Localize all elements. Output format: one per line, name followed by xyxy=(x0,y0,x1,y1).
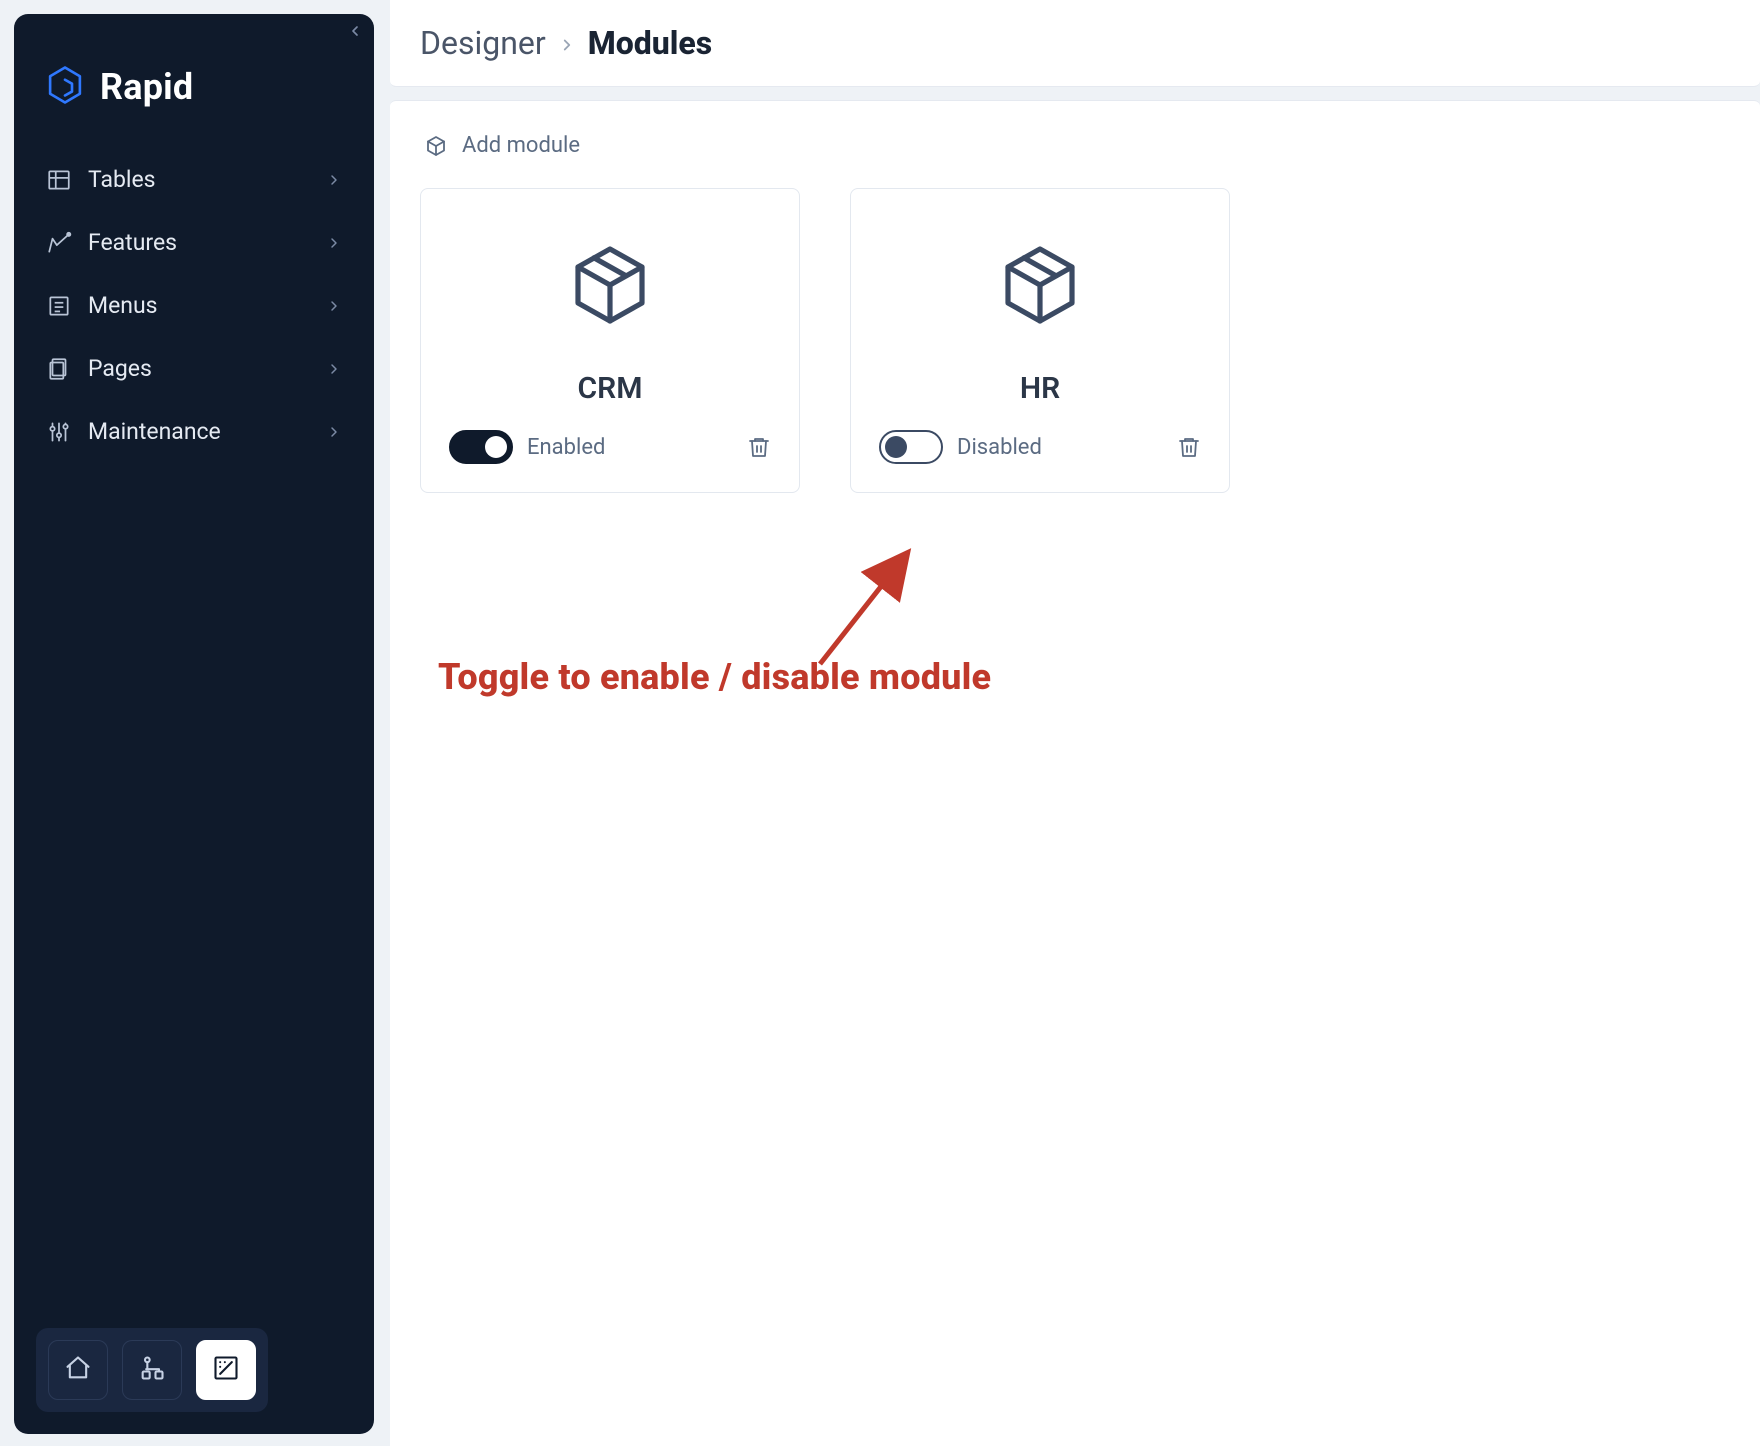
delete-module-button[interactable] xyxy=(1177,435,1201,459)
sidebar-item-label: Pages xyxy=(88,355,152,382)
sidebar-item-label: Features xyxy=(88,229,177,256)
chevron-right-icon xyxy=(558,24,576,62)
cube-icon xyxy=(424,134,448,158)
features-icon xyxy=(46,230,72,256)
sidebar-item-label: Maintenance xyxy=(88,418,221,445)
module-state-label: Enabled xyxy=(527,435,605,460)
module-footer: Disabled xyxy=(879,430,1201,464)
bottom-home-button[interactable] xyxy=(48,1340,108,1400)
module-state-label: Disabled xyxy=(957,435,1042,460)
main: Designer Modules Add module CRM E xyxy=(390,0,1760,1446)
module-card[interactable]: CRM Enabled xyxy=(420,188,800,493)
sidebar-item-label: Menus xyxy=(88,292,158,319)
chevron-right-icon xyxy=(326,235,342,251)
module-title: HR xyxy=(1020,371,1060,406)
sidebar-item-label: Tables xyxy=(88,166,156,193)
sidebar: Rapid Tables Features Menus xyxy=(14,14,374,1434)
module-cards: CRM Enabled HR Disabled xyxy=(420,188,1730,493)
cube-icon xyxy=(992,237,1088,337)
bottom-graph-button[interactable] xyxy=(122,1340,182,1400)
design-icon xyxy=(212,1354,240,1386)
maintenance-icon xyxy=(46,419,72,445)
module-footer: Enabled xyxy=(449,430,771,464)
graph-icon xyxy=(138,1354,166,1386)
add-module-label: Add module xyxy=(462,133,580,158)
module-card[interactable]: HR Disabled xyxy=(850,188,1230,493)
chevron-right-icon xyxy=(326,361,342,377)
breadcrumb: Designer Modules xyxy=(420,24,1730,62)
module-toggle[interactable] xyxy=(879,430,943,464)
module-toggle[interactable] xyxy=(449,430,513,464)
sidebar-item-maintenance[interactable]: Maintenance xyxy=(32,402,356,461)
cube-icon xyxy=(562,237,658,337)
sidebar-item-tables[interactable]: Tables xyxy=(32,150,356,209)
home-icon xyxy=(64,1354,92,1386)
brand-name: Rapid xyxy=(100,66,193,108)
sidebar-collapse-button[interactable] xyxy=(344,20,366,42)
chevron-right-icon xyxy=(326,424,342,440)
menus-icon xyxy=(46,293,72,319)
module-title: CRM xyxy=(578,371,643,406)
tables-icon xyxy=(46,167,72,193)
annotation-text: Toggle to enable / disable module xyxy=(438,656,991,698)
chevron-right-icon xyxy=(326,298,342,314)
brand-hexagon-icon xyxy=(44,64,86,110)
chevron-right-icon xyxy=(326,172,342,188)
breadcrumb-parent[interactable]: Designer xyxy=(420,24,546,62)
add-module-button[interactable]: Add module xyxy=(420,127,1730,188)
sidebar-item-menus[interactable]: Menus xyxy=(32,276,356,335)
sidebar-item-features[interactable]: Features xyxy=(32,213,356,272)
brand: Rapid xyxy=(14,14,374,150)
topbar: Designer Modules xyxy=(390,0,1760,87)
bottom-bar xyxy=(14,1306,374,1434)
delete-module-button[interactable] xyxy=(747,435,771,459)
sidebar-nav: Tables Features Menus xyxy=(14,150,374,461)
bottom-bar-inner xyxy=(36,1328,268,1412)
content: Add module CRM Enabled xyxy=(390,100,1760,1446)
pages-icon xyxy=(46,356,72,382)
sidebar-item-pages[interactable]: Pages xyxy=(32,339,356,398)
bottom-design-button[interactable] xyxy=(196,1340,256,1400)
breadcrumb-current: Modules xyxy=(588,24,712,62)
